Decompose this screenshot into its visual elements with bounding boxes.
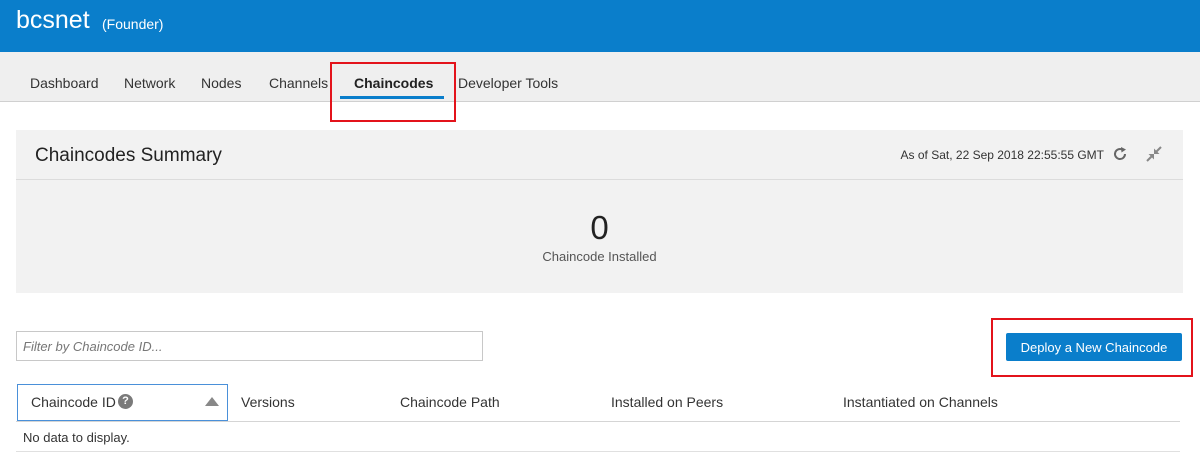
active-tab-indicator [340, 96, 444, 99]
table-empty-row: No data to display. [16, 422, 1180, 452]
column-header-installed-on-peers[interactable]: Installed on Peers [611, 383, 723, 421]
tab-developer-tools[interactable]: Developer Tools [458, 52, 558, 102]
chaincodes-table-header: Chaincode ID ? Versions Chaincode Path I… [16, 383, 1180, 422]
tab-chaincodes[interactable]: Chaincodes [354, 52, 433, 102]
empty-message: No data to display. [23, 430, 130, 445]
tab-dashboard[interactable]: Dashboard [30, 52, 99, 102]
tab-channels[interactable]: Channels [269, 52, 328, 102]
collapse-icon[interactable] [1144, 144, 1164, 164]
summary-timestamp: As of Sat, 22 Sep 2018 22:55:55 GMT [900, 148, 1104, 162]
refresh-icon[interactable] [1110, 144, 1130, 164]
column-header-chaincode-path[interactable]: Chaincode Path [400, 383, 500, 421]
column-header-chaincode-id[interactable]: Chaincode ID ? [17, 384, 228, 421]
deploy-chaincode-button[interactable]: Deploy a New Chaincode [1006, 333, 1182, 361]
column-header-instantiated-on-channels[interactable]: Instantiated on Channels [843, 383, 998, 421]
top-bar: bcsnet (Founder) [0, 0, 1200, 52]
summary-header: Chaincodes Summary As of Sat, 22 Sep 201… [16, 130, 1183, 180]
filter-chaincode-input[interactable] [16, 331, 483, 361]
nav-bar: Dashboard Network Nodes Channels Chainco… [0, 52, 1200, 102]
sort-ascending-icon[interactable] [205, 397, 219, 406]
column-label-chaincode-id: Chaincode ID [31, 394, 116, 410]
column-header-versions[interactable]: Versions [241, 383, 295, 421]
tab-nodes[interactable]: Nodes [201, 52, 241, 102]
user-role: (Founder) [102, 16, 164, 32]
chaincode-count: 0 [590, 209, 609, 246]
network-name: bcsnet [16, 6, 90, 34]
chaincode-count-label: Chaincode Installed [542, 249, 657, 264]
tab-network[interactable]: Network [124, 52, 175, 102]
chaincodes-summary-panel: Chaincodes Summary As of Sat, 22 Sep 201… [16, 130, 1183, 293]
help-icon[interactable]: ? [118, 394, 133, 409]
summary-title: Chaincodes Summary [35, 145, 222, 166]
